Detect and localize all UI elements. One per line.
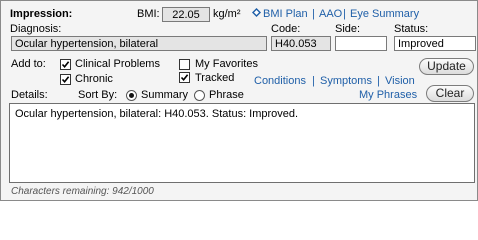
bmi-unit: kg/m² xyxy=(213,8,241,20)
conditions-link[interactable]: Conditions xyxy=(254,75,306,87)
sort-phrase-label: Phrase xyxy=(209,89,244,101)
checkmark-icon xyxy=(180,74,189,82)
sort-by-label: Sort By: xyxy=(78,89,118,101)
links-separator: | xyxy=(312,75,315,87)
checkmark-icon xyxy=(61,61,70,69)
bmi-label: BMI: xyxy=(137,8,160,20)
chronic-checkbox[interactable] xyxy=(60,74,71,85)
links-separator: | xyxy=(377,75,380,87)
diagnosis-label: Diagnosis: xyxy=(10,23,62,35)
characters-remaining: Characters remaining: 942/1000 xyxy=(11,186,154,197)
checkmark-icon xyxy=(61,76,70,84)
clinical-problems-label: Clinical Problems xyxy=(75,58,160,70)
impression-panel: Impression: BMI: 22.05 kg/m² BMI Plan | … xyxy=(0,0,478,201)
diagnosis-field[interactable]: Ocular hypertension, bilateral xyxy=(11,36,267,51)
update-button[interactable]: Update xyxy=(419,58,474,75)
sort-summary-radio[interactable] xyxy=(126,90,137,101)
status-field[interactable]: Improved xyxy=(394,36,476,51)
add-to-label: Add to: xyxy=(11,58,46,70)
my-favorites-label: My Favorites xyxy=(195,58,258,70)
eye-summary-link[interactable]: Eye Summary xyxy=(350,8,419,20)
impression-title: Impression: xyxy=(10,8,73,20)
tracked-label: Tracked xyxy=(195,72,235,84)
symptoms-link[interactable]: Symptoms xyxy=(320,75,372,87)
bmi-plan-link[interactable]: BMI Plan xyxy=(263,8,308,20)
details-textarea[interactable]: Ocular hypertension, bilateral: H40.053.… xyxy=(9,103,475,183)
details-text: Ocular hypertension, bilateral: H40.053.… xyxy=(15,108,299,120)
diamond-icon xyxy=(252,8,261,20)
side-field[interactable] xyxy=(335,36,387,51)
bmi-value-field: 22.05 xyxy=(162,7,210,22)
code-label: Code: xyxy=(271,23,301,35)
my-favorites-checkbox[interactable] xyxy=(179,59,190,70)
side-label: Side: xyxy=(335,23,361,35)
code-field[interactable]: H40.053 xyxy=(271,36,331,51)
clear-button[interactable]: Clear xyxy=(426,85,474,102)
details-label: Details: xyxy=(11,89,48,101)
header-separator: | xyxy=(343,8,346,20)
chronic-label: Chronic xyxy=(75,73,113,85)
header-separator: | xyxy=(312,8,315,20)
status-label: Status: xyxy=(394,23,429,35)
vision-link[interactable]: Vision xyxy=(385,75,415,87)
aao-link[interactable]: AAO xyxy=(319,8,342,20)
sort-phrase-radio[interactable] xyxy=(194,90,205,101)
tracked-checkbox[interactable] xyxy=(179,72,190,83)
sort-summary-label: Summary xyxy=(141,89,189,101)
clinical-problems-checkbox[interactable] xyxy=(60,59,71,70)
my-phrases-link[interactable]: My Phrases xyxy=(359,89,417,101)
